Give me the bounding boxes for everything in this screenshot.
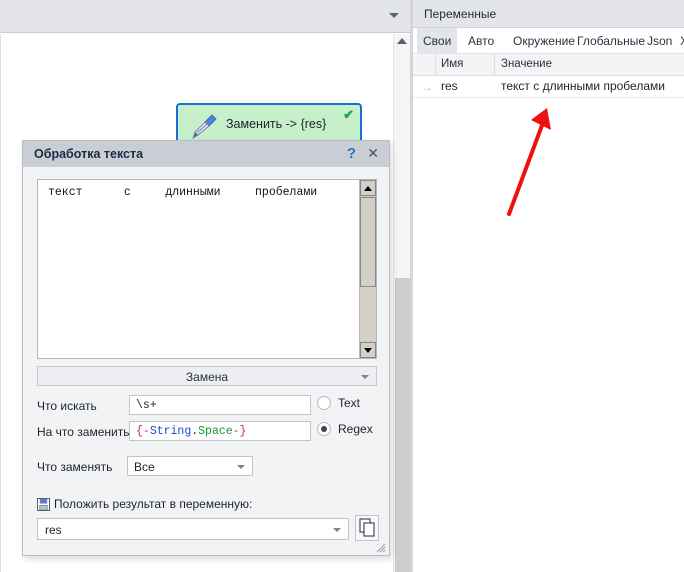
search-input[interactable]: \s+ [129, 395, 311, 415]
textarea-scrollbar-thumb[interactable] [360, 197, 376, 287]
operation-mode-value: Замена [185, 370, 229, 384]
variables-panel: Переменные Свои Авто Окружение Глобальны… [413, 0, 684, 572]
copy-variable-button[interactable] [355, 515, 379, 541]
radio-regex-label: Regex [338, 422, 373, 436]
search-input-value: \s+ [136, 399, 157, 412]
tab-avto[interactable]: Авто [462, 28, 500, 54]
resize-grip-icon[interactable] [374, 541, 386, 553]
check-icon: ✔ [343, 107, 354, 122]
dialog-body: текст с длинными пробелами Замена Что ис… [23, 167, 389, 555]
table-row[interactable]: → res текст с длинными пробелами [413, 76, 684, 98]
column-separator-2 [494, 54, 495, 76]
variables-panel-title: Переменные [424, 7, 497, 21]
token-property: Space [198, 425, 233, 438]
canvas-left-edge [0, 34, 1, 572]
flow-node-replace[interactable]: Заменить -> {res} ✔ [176, 103, 362, 145]
editor-toolbar [0, 0, 410, 33]
column-header-name: Имя [441, 58, 464, 70]
token-namespace: String [149, 425, 192, 438]
canvas-vertical-scrollbar[interactable] [393, 34, 410, 572]
variables-table-header: Имя Значение [413, 54, 684, 76]
triangle-up-icon [364, 186, 372, 191]
row-arrow-icon: → [421, 80, 433, 94]
replace-label: На что заменить [37, 425, 130, 439]
tab-xml[interactable]: Xm [674, 28, 684, 54]
scroll-up-arrow-icon[interactable] [397, 38, 407, 44]
tab-svoi[interactable]: Свои [417, 28, 458, 54]
source-text-value: текст с длинными пробелами [48, 186, 318, 199]
app-root: Заменить -> {res} ✔ Обработка текста ? ✕… [0, 0, 684, 572]
textarea-vertical-scrollbar[interactable] [359, 180, 376, 358]
token-open-brace: {- [136, 425, 150, 438]
scope-combo[interactable]: Все [127, 456, 253, 476]
radio-regex-control[interactable] [317, 422, 331, 436]
tab-okruzhenie[interactable]: Окружение [507, 28, 581, 54]
radio-regex[interactable]: Regex [317, 422, 387, 438]
save-floppy-icon [37, 498, 50, 511]
operation-mode-combo[interactable]: Замена [37, 366, 377, 386]
radio-text-label: Text [338, 396, 361, 410]
replace-input[interactable]: {-String.Space-} [129, 421, 311, 441]
text-processing-dialog: Обработка текста ? ✕ текст с длинными пр… [22, 140, 390, 556]
token-close-brace: -} [232, 425, 247, 438]
chevron-down-icon [361, 375, 369, 379]
scope-combo-value: Все [134, 460, 155, 474]
copy-icon [359, 518, 375, 537]
cell-variable-name: res [441, 79, 458, 93]
tab-json[interactable]: Json [641, 28, 678, 54]
chevron-down-icon [237, 465, 245, 469]
triangle-down-icon [364, 348, 372, 353]
help-button[interactable]: ? [347, 145, 356, 162]
node-label: Заменить -> {res} [226, 117, 327, 131]
replace-input-value: {-String.Space-} [136, 425, 246, 438]
variable-name-combo[interactable]: res [37, 518, 349, 540]
close-icon[interactable]: ✕ [367, 146, 379, 160]
source-text-area[interactable]: текст с длинными пробелами [37, 179, 377, 359]
radio-text-control[interactable] [317, 396, 331, 410]
chevron-down-icon [333, 528, 341, 532]
scope-label: Что заменять [37, 460, 113, 474]
variable-name-value: res [45, 523, 62, 537]
save-to-variable-label: Положить результат в переменную: [54, 497, 253, 511]
variables-tabstrip: Свои Авто Окружение Глобальные Json Xm [413, 28, 684, 54]
radio-text[interactable]: Text [317, 396, 387, 412]
variables-panel-header: Переменные [413, 0, 684, 28]
column-header-value: Значение [501, 58, 552, 70]
red-arrow-annotation [507, 108, 551, 216]
scrollbar-thumb[interactable] [395, 278, 410, 572]
chevron-down-icon[interactable] [389, 13, 399, 18]
search-label: Что искать [37, 399, 97, 413]
dialog-title-bar[interactable]: Обработка текста ? ✕ [23, 141, 389, 167]
textarea-scroll-up-button[interactable] [360, 180, 376, 196]
textarea-scroll-down-button[interactable] [360, 342, 376, 358]
dialog-title: Обработка текста [34, 147, 144, 161]
tab-globalnye[interactable]: Глобальные [571, 28, 651, 54]
column-separator-1 [435, 54, 436, 76]
pen-nib-icon [192, 114, 217, 140]
cell-variable-value: текст с длинными пробелами [501, 79, 665, 93]
